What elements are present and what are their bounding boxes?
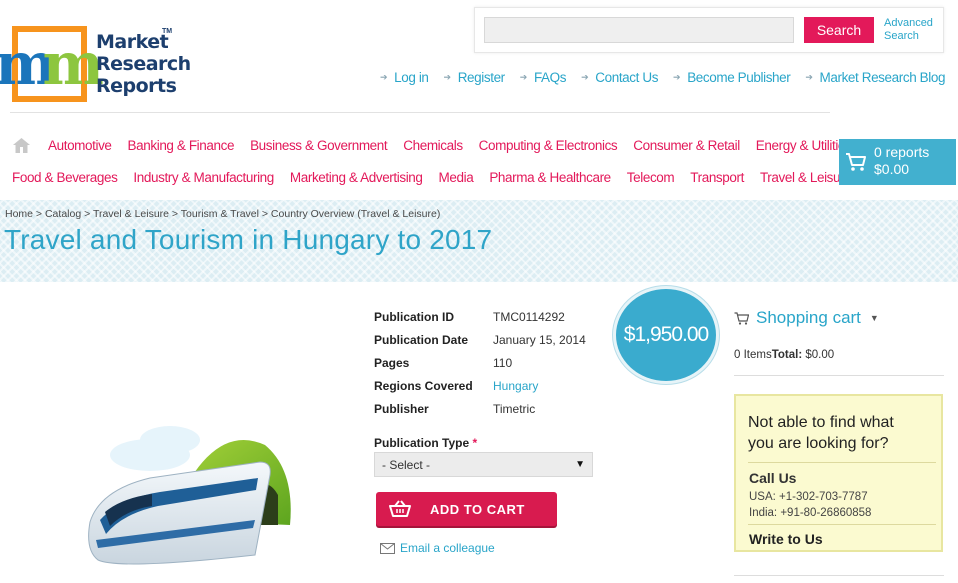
divider [748,524,936,525]
category-media[interactable]: Media [439,170,474,185]
mini-cart[interactable]: 0 reports $0.00 [839,139,956,185]
detail-row-date: Publication Date January 15, 2014 [374,332,586,347]
category-telecom[interactable]: Telecom [627,170,675,185]
cart-report-count: 0 reports [874,144,930,160]
publication-type-select[interactable]: - Select - ▼ [374,452,593,477]
category-energy-utilities[interactable]: Energy & Utilities [756,138,852,153]
detail-row-id: Publication ID TMC0114292 [374,309,565,324]
publication-date: January 15, 2014 [493,332,586,347]
category-pharma-healthcare[interactable]: Pharma & Healthcare [489,170,611,185]
header-divider [10,112,830,113]
cart-icon [734,311,749,325]
category-chemicals[interactable]: Chemicals [403,138,463,153]
arrow-icon: ➔ [805,72,813,82]
blog-link[interactable]: ➔ Market Research Blog [805,70,945,85]
logo-text: Market Research Reports [96,31,191,97]
arrow-icon: ➔ [443,72,452,82]
contact-us-link[interactable]: ➔ Contact Us [581,70,658,85]
divider [734,575,944,576]
email-colleague-link[interactable]: Email a colleague [380,541,495,555]
arrow-icon: ➔ [380,72,388,82]
become-publisher-link[interactable]: ➔ Become Publisher [673,70,791,85]
arrow-icon: ➔ [673,72,681,82]
arrow-icon: ➔ [581,72,589,82]
search-panel: Search Advanced Search [474,7,944,53]
dropdown-arrow-icon: ▼ [575,459,585,470]
logo-trademark: TM [162,28,173,35]
category-travel-leisure[interactable]: Travel & Leisure [760,170,852,185]
call-us-heading: Call Us [749,470,797,486]
category-nav-row-1: Automotive Banking & Finance Business & … [13,138,852,153]
shopping-cart-heading[interactable]: Shopping cart ▼ [734,308,879,328]
page-title: Travel and Tourism in Hungary to 2017 [4,224,493,255]
add-to-cart-button[interactable]: ADD TO CART [376,492,557,526]
top-links: ➔ Log in ➔ Register ➔ FAQs ➔ Contact Us ➔ Bec… [380,70,945,85]
breadcrumb[interactable]: Home > Catalog > Travel & Leisure > Tour… [5,208,440,220]
divider [748,462,936,463]
title-banner: Home > Catalog > Travel & Leisure > Tour… [0,200,958,282]
cart-icon [846,153,866,171]
chevron-down-icon: ▼ [869,313,879,323]
publication-type-label: Publication Type * [374,436,478,450]
faqs-link[interactable]: ➔ FAQs [519,70,567,85]
category-transport[interactable]: Transport [690,170,744,185]
publisher-name: Timetric [493,401,536,416]
logo-mark: mm [0,26,104,102]
cart-summary: 0 ItemsTotal: $0.00 [734,349,835,361]
publication-id: TMC0114292 [493,309,565,324]
arrow-icon: ➔ [519,72,528,82]
train-illustration [88,426,291,565]
cart-amount: $0.00 [874,161,910,177]
category-automotive[interactable]: Automotive [48,138,112,153]
advanced-search-link[interactable]: Advanced Search [884,17,933,43]
category-business-government[interactable]: Business & Government [250,138,388,153]
category-marketing-advertising[interactable]: Marketing & Advertising [290,170,423,185]
search-input[interactable] [484,17,794,43]
divider [734,375,944,376]
category-consumer-retail[interactable]: Consumer & Retail [633,138,740,153]
region-link[interactable]: Hungary [493,379,538,393]
detail-row-regions: Regions Covered Hungary [374,378,539,393]
search-button[interactable]: Search [804,17,874,43]
category-banking-finance[interactable]: Banking & Finance [128,138,235,153]
category-computing-electronics[interactable]: Computing & Electronics [479,138,618,153]
india-phone: India: +91-80-26860858 [749,507,872,519]
site-logo[interactable]: mm Market Research Reports TM [0,26,191,106]
register-link[interactable]: ➔ Register [443,70,506,85]
envelope-icon [380,542,395,554]
basket-icon [389,500,411,517]
category-industry-manufacturing[interactable]: Industry & Manufacturing [133,170,274,185]
page-count: 110 [493,355,513,370]
write-to-us-link[interactable]: Write to Us [749,531,823,547]
publication-details: Publication ID TMC0114292 Publication Da… [374,305,586,420]
category-food-beverages[interactable]: Food & Beverages [12,170,118,185]
help-question: Not able to find what you are looking fo… [748,414,894,452]
help-box: Not able to find what you are looking fo… [734,394,943,552]
detail-row-publisher: Publisher Timetric [374,401,536,416]
login-link[interactable]: ➔ Log in [380,70,429,85]
home-icon[interactable] [13,138,30,153]
category-nav-row-2: Food & Beverages Industry & Manufacturin… [12,170,852,185]
detail-row-pages: Pages 110 [374,355,513,370]
price-badge: $1,950.00 [613,286,719,384]
usa-phone: USA: +1-302-703-7787 [749,491,868,503]
